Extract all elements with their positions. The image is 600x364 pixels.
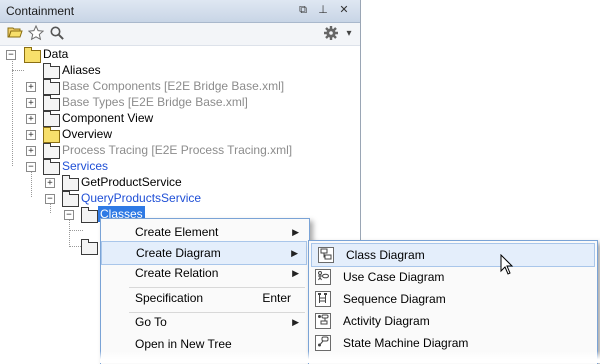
tree-node-services[interactable]: − Services xyxy=(0,158,300,175)
tree-node-label: Overview xyxy=(62,127,113,141)
tree-node-label: Component View xyxy=(62,111,154,125)
tree-connector xyxy=(69,230,83,231)
tree-node-label: Services xyxy=(62,159,109,173)
submenu-arrow-icon: ▶ xyxy=(292,268,299,278)
panel-toolbar: ▾ xyxy=(0,23,360,46)
state-machine-diagram-icon xyxy=(315,335,331,351)
expand-icon[interactable]: + xyxy=(26,98,36,108)
menu-item-label: Class Diagram xyxy=(346,248,425,262)
tree-node-overview[interactable]: + Overview xyxy=(0,126,300,143)
star-icon[interactable] xyxy=(27,24,45,43)
screenshot-torn-edge xyxy=(100,351,600,363)
menu-item-label: Create Diagram xyxy=(136,246,221,260)
expand-icon[interactable]: + xyxy=(45,178,55,188)
menu-item-label: Sequence Diagram xyxy=(343,292,446,306)
panel-titlebar: Containment ⧉ ⊥ ✕ xyxy=(0,0,360,23)
tree-node-getproductservice[interactable]: + GetProductService xyxy=(0,174,300,191)
tree-node-label: Aliases xyxy=(62,63,101,77)
folder-open-icon[interactable] xyxy=(6,25,24,43)
menu-item-specification[interactable]: Specification Enter xyxy=(101,287,307,309)
menu-item-class-diagram[interactable]: Class Diagram xyxy=(311,243,595,267)
toolbar-dropdown-icon[interactable]: ▾ xyxy=(344,25,354,43)
collapse-icon[interactable]: − xyxy=(26,162,36,172)
activity-diagram-icon xyxy=(315,313,331,329)
menu-item-label: Activity Diagram xyxy=(343,314,430,328)
expand-icon[interactable]: + xyxy=(26,130,36,140)
restore-icon[interactable]: ⧉ xyxy=(296,3,310,17)
use-case-diagram-icon xyxy=(315,269,331,285)
tree-node-label: Data xyxy=(43,47,69,61)
search-icon[interactable] xyxy=(48,25,66,43)
tree-node-hidden[interactable] xyxy=(0,238,100,255)
sequence-diagram-icon xyxy=(315,291,331,307)
tree-node-base-components[interactable]: + Base Components [E2E Bridge Base.xml] xyxy=(0,78,300,95)
menu-item-use-case-diagram[interactable]: Use Case Diagram xyxy=(309,266,595,288)
class-diagram-icon xyxy=(318,247,334,263)
tree-node-aliases[interactable]: Aliases xyxy=(0,62,300,79)
menu-item-sequence-diagram[interactable]: Sequence Diagram xyxy=(309,288,595,310)
menu-item-label: Specification xyxy=(135,291,204,305)
menu-item-label: Go To xyxy=(135,315,167,329)
package-icon xyxy=(81,239,98,255)
tree-node-label: Base Types [E2E Bridge Base.xml] xyxy=(62,95,248,109)
gear-icon[interactable] xyxy=(322,25,340,43)
menu-item-create-element[interactable]: Create Element ▶ xyxy=(101,221,307,243)
pin-icon[interactable]: ⊥ xyxy=(316,3,330,17)
tree-node-label: QueryProductsService xyxy=(81,191,202,205)
menu-item-go-to[interactable]: Go To ▶ xyxy=(101,311,307,333)
collapse-icon[interactable]: − xyxy=(6,50,16,60)
panel-title: Containment xyxy=(6,4,75,18)
menu-item-label: Create Element xyxy=(135,225,219,239)
context-menu: Create Element ▶ Create Diagram ▶ Create… xyxy=(100,218,310,364)
tree-node-component-view[interactable]: + Component View xyxy=(0,110,300,127)
submenu-arrow-icon: ▶ xyxy=(292,317,299,327)
submenu-arrow-icon: ▶ xyxy=(291,248,298,258)
collapse-icon[interactable]: − xyxy=(64,210,74,220)
close-icon[interactable]: ✕ xyxy=(337,3,351,17)
tree-node-label: Process Tracing [E2E Process Tracing.xml… xyxy=(62,143,293,157)
expand-icon[interactable]: + xyxy=(26,146,36,156)
menu-item-label: Use Case Diagram xyxy=(343,270,445,284)
expand-icon[interactable]: + xyxy=(26,82,36,92)
collapse-icon[interactable]: − xyxy=(45,194,55,204)
package-icon xyxy=(81,207,98,223)
create-diagram-submenu: Class Diagram Use Case Diagram Sequence … xyxy=(308,240,598,364)
menu-item-activity-diagram[interactable]: Activity Diagram xyxy=(309,310,595,332)
menu-shortcut: Enter xyxy=(262,291,291,305)
tree-node-process-tracing[interactable]: + Process Tracing [E2E Process Tracing.x… xyxy=(0,142,300,159)
tree-node-queryproductsservice[interactable]: − QueryProductsService xyxy=(0,190,300,207)
tree-node-label: Base Components [E2E Bridge Base.xml] xyxy=(62,79,285,93)
tree-node-label: GetProductService xyxy=(81,175,182,189)
mouse-cursor-icon xyxy=(500,253,514,276)
menu-item-label: Create Relation xyxy=(135,266,219,280)
submenu-arrow-icon: ▶ xyxy=(292,227,299,237)
tree-node-base-types[interactable]: + Base Types [E2E Bridge Base.xml] xyxy=(0,94,300,111)
expand-icon[interactable]: + xyxy=(26,114,36,124)
menu-item-create-relation[interactable]: Create Relation ▶ xyxy=(101,262,307,284)
